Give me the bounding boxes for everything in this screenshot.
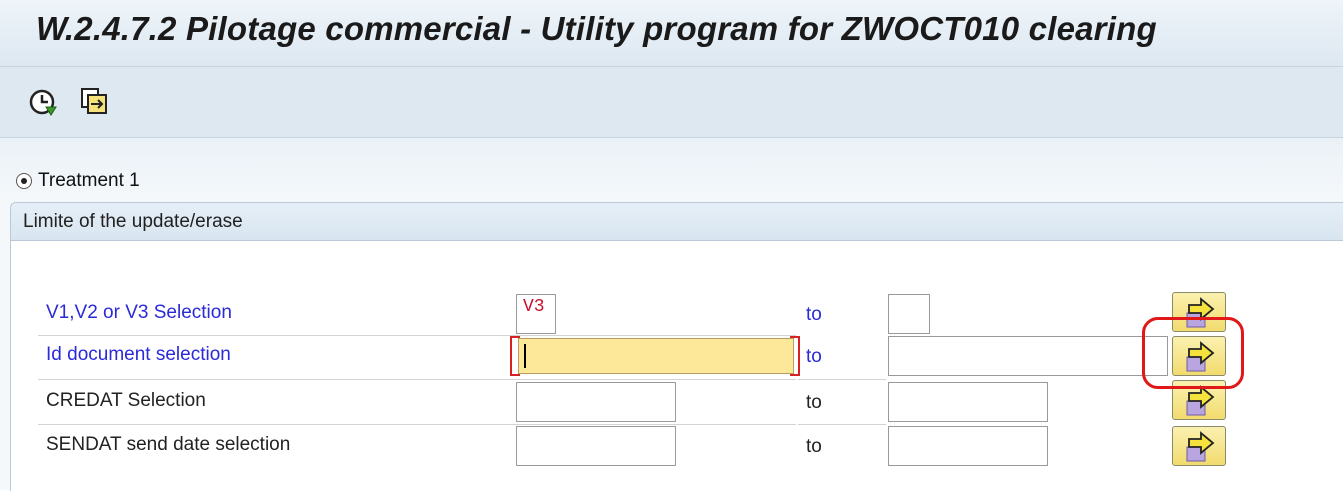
row-label: SENDAT send date selection [46,434,291,455]
multiple-selection-button[interactable] [1172,426,1226,466]
low-value-input[interactable] [518,338,794,374]
to-label: to [806,392,822,413]
page-title: W.2.4.7.2 Pilotage commercial - Utility … [36,10,1157,47]
row-divider [38,379,796,380]
radio-button[interactable] [16,173,32,189]
execute-clock-icon[interactable] [26,85,60,119]
multiple-selection-arrow-icon [1186,431,1215,462]
to-label: to [806,304,822,325]
radio-label: Treatment 1 [38,170,140,191]
selection-row-credat: CREDAT Selection to [0,380,1343,426]
title-bar: W.2.4.7.2 Pilotage commercial - Utility … [0,0,1343,67]
annotation-highlight-circle [1142,317,1244,389]
application-toolbar [0,67,1343,138]
low-value-input[interactable] [516,382,676,422]
get-variant-icon[interactable] [78,85,112,119]
low-value-input[interactable] [516,426,676,466]
to-label: to [806,436,822,457]
row-divider [798,424,886,425]
text-cursor [524,344,526,368]
radio-treatment-1[interactable]: Treatment 1 [16,170,140,192]
row-label: V1,V2 or V3 Selection [46,302,232,323]
radio-selected-dot [21,178,27,184]
high-value-input[interactable] [888,426,1048,466]
high-value-input[interactable] [888,382,1048,422]
selection-row-sendat: SENDAT send date selection to [0,426,1343,470]
low-value-input[interactable]: V3 [516,294,556,334]
row-label: Id document selection [46,344,231,365]
row-label: CREDAT Selection [46,390,206,411]
high-value-input[interactable] [888,294,930,334]
row-divider [38,424,796,425]
to-label: to [806,346,822,367]
required-bracket-right [790,336,800,376]
group-header: Limite of the update/erase [11,203,1343,241]
high-value-input[interactable] [888,336,1168,376]
row-divider [798,379,886,380]
